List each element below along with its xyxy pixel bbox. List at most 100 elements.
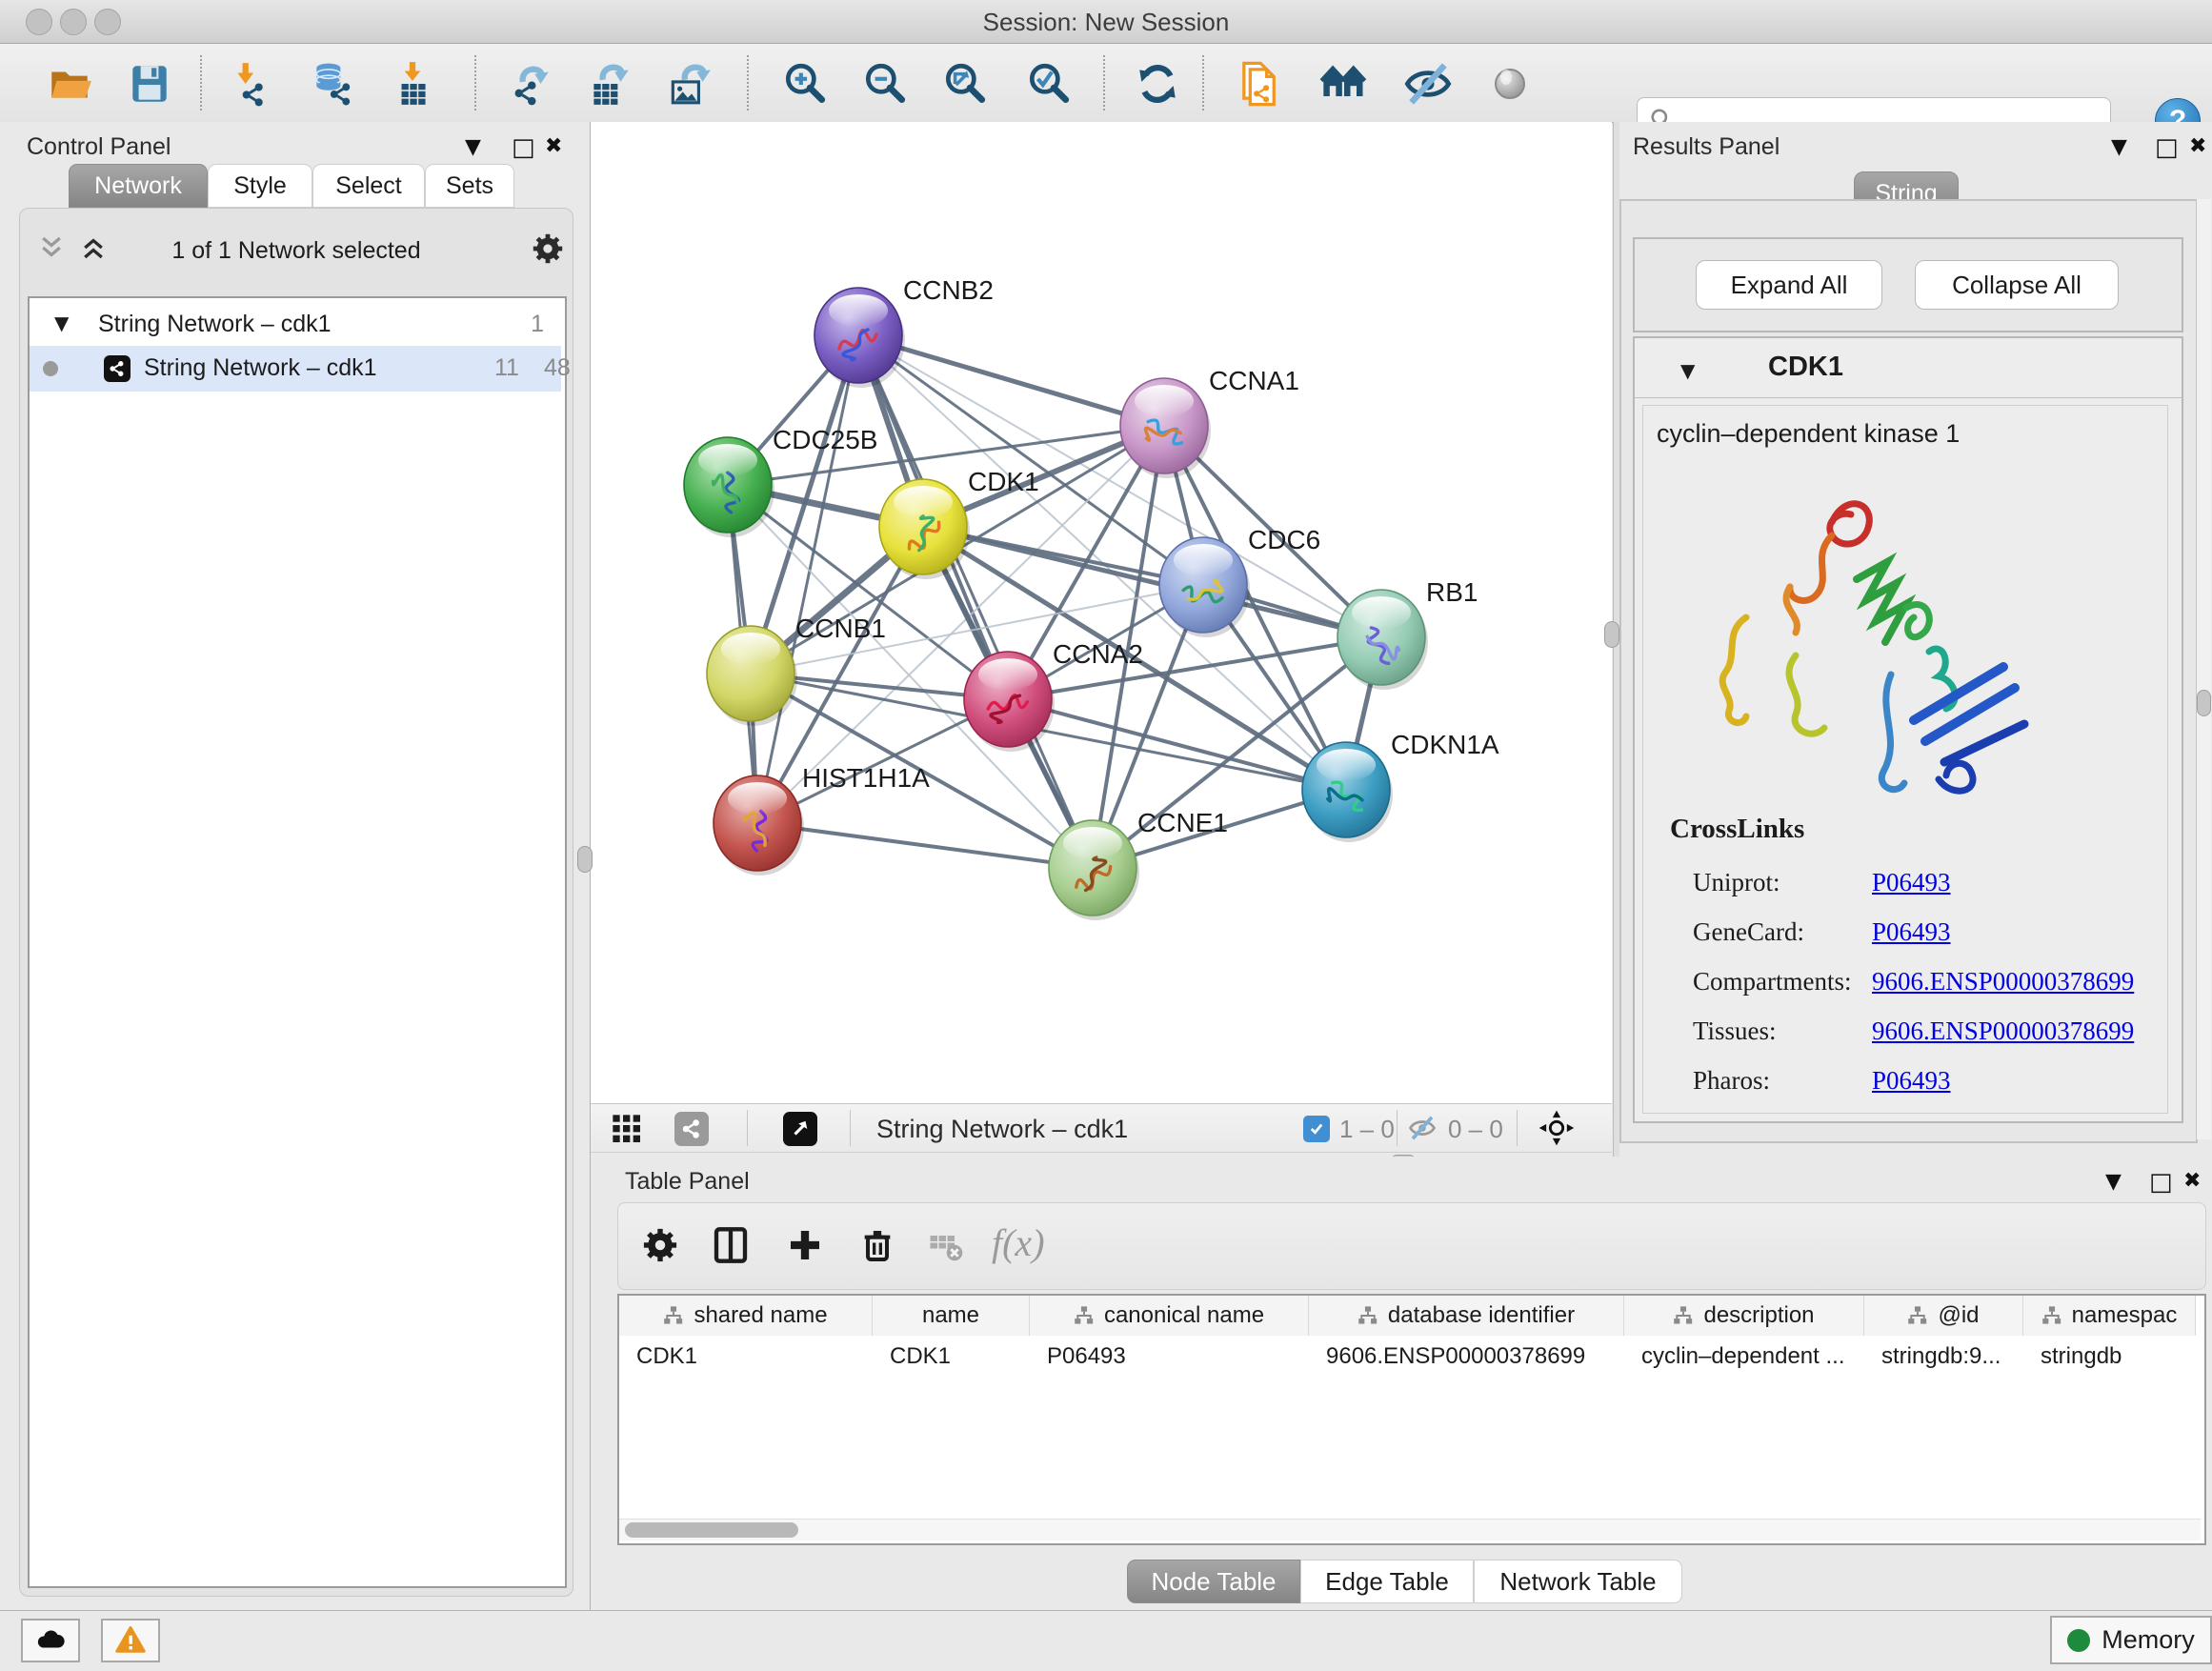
splitter-handle[interactable] — [577, 846, 593, 873]
network-node-ccna1[interactable]: CCNA1 — [1120, 366, 1299, 478]
crosslink-link[interactable]: P06493 — [1872, 1066, 1951, 1096]
network-edge-hist1h1a-ccne1[interactable] — [757, 823, 1093, 868]
tab-node-table[interactable]: Node Table — [1127, 1560, 1300, 1603]
delete-table-button[interactable] — [929, 1230, 963, 1269]
table-options-button[interactable] — [643, 1228, 677, 1267]
network-node-ccnb1[interactable]: CCNB1 — [707, 614, 886, 726]
network-manager-panel: 1 of 1 Network selected ▼ String Network… — [19, 208, 573, 1597]
tab-style[interactable]: Style — [208, 164, 312, 208]
hidden-elements-indicator[interactable] — [1408, 1114, 1437, 1147]
add-column-button[interactable] — [786, 1226, 824, 1269]
results-scrollbar[interactable] — [2196, 199, 2211, 1139]
disclosure-triangle-icon[interactable]: ▼ — [54, 312, 69, 334]
network-overview-toggle[interactable] — [674, 1112, 709, 1146]
export-network-button[interactable] — [503, 58, 554, 110]
table-cell[interactable]: 9606.ENSP00000378699 — [1309, 1336, 1624, 1378]
column-header-name[interactable]: name — [873, 1296, 1030, 1336]
column-header-namespac[interactable]: namespac — [2023, 1296, 2196, 1336]
show-all-button[interactable] — [1484, 58, 1536, 110]
memory-button[interactable]: Memory — [2050, 1616, 2212, 1664]
new-network-from-selection-button[interactable] — [1233, 58, 1284, 110]
network-node-cdc25b[interactable]: CDC25B — [684, 425, 877, 537]
float-panel-icon[interactable]: ▼ — [2105, 1170, 2122, 1194]
export-table-button[interactable] — [583, 58, 634, 110]
maximize-panel-icon[interactable]: □ — [2149, 1168, 2173, 1197]
maximize-panel-icon[interactable]: □ — [2155, 133, 2179, 162]
network-node-ccnb2[interactable]: CCNB2 — [814, 275, 994, 388]
network-edge-ccna2-cdkn1a[interactable] — [1008, 699, 1346, 790]
save-session-button[interactable] — [124, 58, 175, 110]
tab-network[interactable]: Network — [69, 164, 208, 208]
open-session-button[interactable] — [44, 58, 95, 110]
zoom-in-button[interactable] — [779, 58, 831, 110]
warnings-button[interactable] — [101, 1619, 160, 1662]
crosslink-link[interactable]: 9606.ENSP00000378699 — [1872, 1017, 2134, 1046]
splitter-handle[interactable] — [1604, 621, 1619, 648]
export-image-button[interactable] — [663, 58, 714, 110]
selected-checkbox[interactable] — [1303, 1116, 1330, 1142]
table-cell[interactable]: stringdb:9... — [1864, 1336, 2023, 1378]
collapse-all-button[interactable]: Collapse All — [1915, 260, 2119, 310]
float-panel-icon[interactable]: ▼ — [465, 135, 481, 159]
table-cell[interactable]: CDK1 — [873, 1336, 1030, 1378]
tab-sets[interactable]: Sets — [425, 164, 514, 208]
table-row[interactable]: CDK1CDK1P064939606.ENSP00000378699cyclin… — [619, 1336, 2204, 1378]
tab-network-table[interactable]: Network Table — [1474, 1560, 1682, 1603]
column-header-shared-name[interactable]: shared name — [619, 1296, 873, 1336]
birds-eye-view-button[interactable] — [783, 1112, 817, 1146]
import-network-file-button[interactable] — [227, 58, 278, 110]
network-node-cdc6[interactable]: CDC6 — [1159, 525, 1320, 637]
network-node-cdk1[interactable]: CDK1 — [879, 467, 1039, 579]
string-homes-button[interactable] — [1318, 58, 1370, 110]
import-table-button[interactable] — [387, 58, 438, 110]
network-node-ccna2[interactable]: CCNA2 — [964, 639, 1143, 752]
column-header-canonical-name[interactable]: canonical name — [1030, 1296, 1309, 1336]
crosslink-link[interactable]: 9606.ENSP00000378699 — [1872, 967, 2134, 997]
zoom-selected-button[interactable] — [1023, 58, 1075, 110]
close-panel-icon[interactable]: ✖ — [2183, 1169, 2201, 1193]
maximize-panel-icon[interactable]: □ — [512, 133, 535, 162]
network-node-cdkn1a[interactable]: CDKN1A — [1302, 730, 1499, 842]
network-node-hist1h1a[interactable]: HIST1H1A — [714, 763, 930, 876]
table-horizontal-scrollbar[interactable] — [619, 1519, 2201, 1540]
hide-unselected-button[interactable] — [1402, 58, 1454, 110]
column-namespace-icon — [1907, 1306, 1928, 1325]
table-cell[interactable]: CDK1 — [619, 1336, 873, 1378]
expand-all-button[interactable]: Expand All — [1696, 260, 1882, 310]
float-panel-icon[interactable]: ▼ — [2111, 135, 2127, 159]
close-panel-icon[interactable]: ✖ — [545, 134, 562, 158]
tab-edge-table[interactable]: Edge Table — [1300, 1560, 1474, 1603]
zoom-out-button[interactable] — [859, 58, 911, 110]
table-cell[interactable]: stringdb — [2023, 1336, 2196, 1378]
disclosure-triangle-icon[interactable]: ▼ — [1680, 359, 1695, 382]
network-options-button[interactable] — [533, 233, 563, 269]
table-cell[interactable]: P06493 — [1030, 1336, 1309, 1378]
import-network-database-button[interactable] — [307, 58, 358, 110]
network-row-selected[interactable]: String Network – cdk1 11 48 — [30, 346, 561, 392]
refresh-layout-button[interactable] — [1132, 58, 1183, 110]
crosslink-link[interactable]: P06493 — [1872, 917, 1951, 947]
import-table-icon — [389, 60, 436, 108]
results-scrollbar-thumb[interactable] — [2197, 690, 2211, 716]
show-grid-button[interactable] — [612, 1114, 642, 1149]
column-header-description[interactable]: description — [1624, 1296, 1864, 1336]
delete-column-button[interactable] — [858, 1226, 896, 1269]
pan-mode-button[interactable] — [1538, 1109, 1576, 1152]
table-cell[interactable]: cyclin–dependent ... — [1624, 1336, 1864, 1378]
show-columns-button[interactable] — [712, 1226, 750, 1269]
network-node-ccne1[interactable]: CCNE1 — [1049, 808, 1228, 920]
network-edge-ccnb2-hist1h1a[interactable] — [757, 335, 858, 823]
crosslink-link[interactable]: P06493 — [1872, 868, 1951, 897]
zoom-fit-button[interactable] — [939, 58, 991, 110]
cloud-status-button[interactable] — [21, 1619, 80, 1662]
delete-table-icon — [929, 1230, 963, 1264]
column-header-database-identifier[interactable]: database identifier — [1309, 1296, 1624, 1336]
column-header--id[interactable]: @id — [1864, 1296, 2023, 1336]
scrollbar-thumb[interactable] — [625, 1522, 798, 1538]
tab-select[interactable]: Select — [312, 164, 425, 208]
network-canvas[interactable]: CCNB2 CCNA1 CDC25BCDK1 CDC6RB1 CCNB1 CCNA2 CDK… — [591, 122, 1612, 1103]
network-node-rb1[interactable]: RB1 — [1337, 577, 1478, 690]
network-collection-row[interactable]: ▼ String Network – cdk1 1 — [30, 304, 561, 346]
function-builder-button[interactable]: f(x) — [992, 1220, 1045, 1265]
close-panel-icon[interactable]: ✖ — [2189, 134, 2206, 158]
